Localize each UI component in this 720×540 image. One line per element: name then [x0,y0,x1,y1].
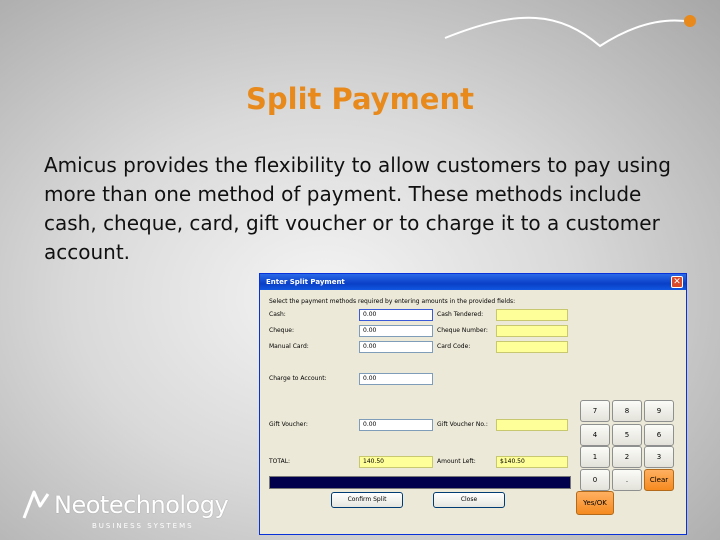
decorative-swoosh [444,15,696,48]
logo-mark-icon [22,490,50,519]
logo-name: Neotechnology [54,491,229,519]
charge-to-account-label: Charge to Account: [269,375,327,382]
gift-voucher-label: Gift Voucher: [269,421,308,428]
cheque-number-label: Cheque Number: [437,327,488,334]
amount-left-field: $140.50 [496,456,568,468]
keypad-8-button[interactable]: 8 [612,400,642,422]
manual-card-label: Manual Card: [269,343,309,350]
total-field: 140.50 [359,456,433,468]
cash-tendered-label: Cash Tendered: [437,311,484,318]
charge-to-account-field[interactable]: 0.00 [359,373,433,385]
cash-field[interactable]: 0.00 [359,309,433,321]
cash-tendered-field[interactable] [496,309,568,321]
logo-tagline: BUSINESS SYSTEMS [92,522,194,530]
keypad-3-button[interactable]: 3 [644,446,674,468]
card-code-field[interactable] [496,341,568,353]
gift-voucher-no-field[interactable] [496,419,568,431]
confirm-split-button[interactable]: Confirm Split [331,492,403,508]
keypad-clear-button[interactable]: Clear [644,469,674,491]
keypad-6-button[interactable]: 6 [644,424,674,446]
instruction-text: Select the payment methods required by e… [269,298,516,305]
yes-ok-button[interactable]: Yes/OK [576,491,614,515]
slide-body-text: Amicus provides the flexibility to allow… [44,153,671,264]
amount-left-label: Amount Left: [437,458,476,465]
keypad-2-button[interactable]: 2 [612,446,642,468]
total-label: TOTAL: [269,458,291,465]
dialog-titlebar[interactable]: Enter Split Payment ✕ [260,274,686,290]
gift-voucher-field[interactable]: 0.00 [359,419,433,431]
cash-label: Cash: [269,311,286,318]
slide-title: Split Payment [246,82,474,116]
gift-voucher-no-label: Gift Voucher No.: [437,421,488,428]
dialog-title: Enter Split Payment [266,278,345,286]
cheque-number-field[interactable] [496,325,568,337]
card-code-label: Card Code: [437,343,471,350]
cheque-label: Cheque: [269,327,295,334]
keypad-5-button[interactable]: 5 [612,424,642,446]
manual-card-field[interactable]: 0.00 [359,341,433,353]
close-icon[interactable]: ✕ [671,276,683,288]
keypad-1-button[interactable]: 1 [580,446,610,468]
keypad-4-button[interactable]: 4 [580,424,610,446]
progress-bar [269,476,571,489]
keypad-7-button[interactable]: 7 [580,400,610,422]
close-button[interactable]: Close [433,492,505,508]
keypad-0-button[interactable]: 0 [580,469,610,491]
keypad-9-button[interactable]: 9 [644,400,674,422]
cheque-field[interactable]: 0.00 [359,325,433,337]
keypad-decimal-button[interactable]: . [612,469,642,491]
split-payment-dialog: Enter Split Payment ✕ Select the payment… [259,273,687,535]
